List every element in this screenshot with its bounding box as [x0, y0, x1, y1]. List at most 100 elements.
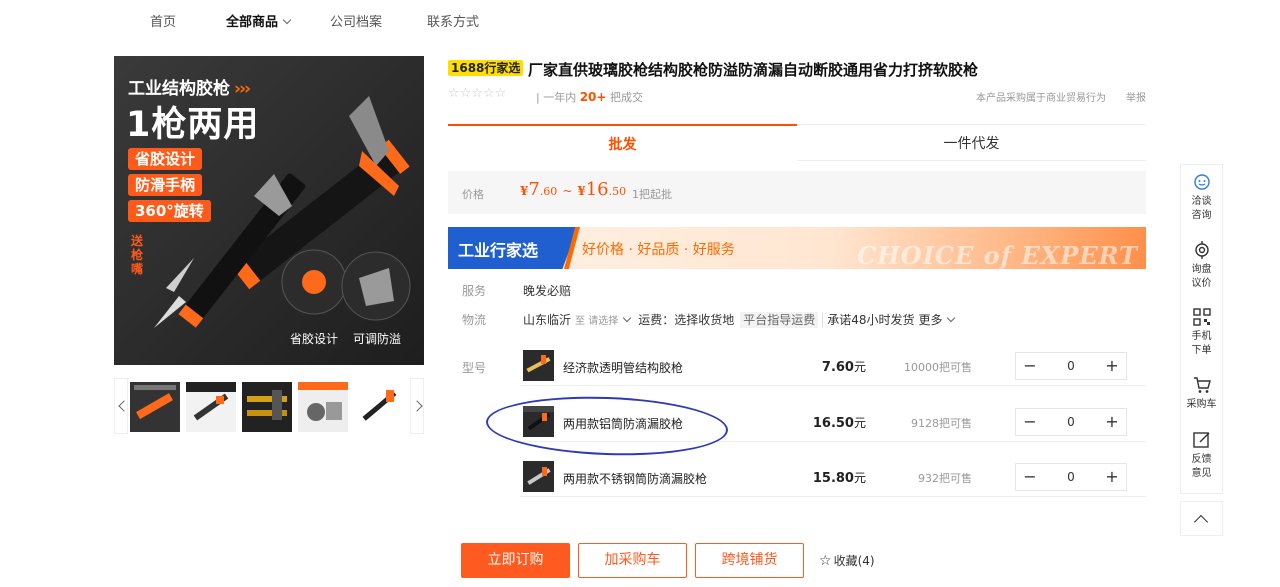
image-caption: 可调防溢: [353, 332, 402, 346]
expert-choice-banner: 工业行家选 好价格 · 好品质 · 好服务 CHOICE of EXPERT: [448, 227, 1146, 269]
shipping-fee: 运费：选择收货地: [638, 313, 735, 327]
sidebar-item-label: 采购车: [1186, 399, 1217, 410]
thumbnail[interactable]: [354, 382, 404, 432]
decrement-button[interactable]: −: [1016, 409, 1044, 435]
sku-row: 经济款透明管结构胶枪 7.60元 10000把可售 − +: [520, 346, 1146, 386]
quantity-input[interactable]: [1044, 353, 1098, 379]
sku-price-value: 15.80: [812, 471, 854, 486]
increment-button[interactable]: +: [1098, 353, 1126, 379]
sku-price-unit: 元: [853, 360, 866, 374]
sidebar-item-label: 反馈意见: [1191, 454, 1212, 479]
back-to-top-button[interactable]: [1180, 501, 1223, 536]
origin-city: 山东临沂: [523, 313, 572, 327]
feature-tag: 省胶设计: [128, 148, 203, 170]
banner-slogan: 好价格 · 好品质 · 好服务: [582, 242, 735, 258]
thumbnail[interactable]: [242, 382, 292, 432]
price-high-dec: .50: [608, 185, 627, 198]
quantity-input[interactable]: [1044, 464, 1098, 490]
thumbnail[interactable]: [298, 382, 348, 432]
sales-count: 20+: [579, 90, 607, 104]
sidebar-item-cart[interactable]: 采购车: [1181, 376, 1222, 412]
order-now-button[interactable]: 立即订购: [461, 543, 570, 578]
star-icon: ☆: [819, 553, 832, 569]
thumbnail[interactable]: [186, 382, 236, 432]
decrement-button[interactable]: −: [1016, 353, 1044, 379]
quantity-stepper: − +: [1015, 352, 1127, 380]
service-label: 服务: [462, 284, 487, 298]
sku-price: 7.60元: [822, 358, 866, 375]
thumbnail-next-button[interactable]: [410, 378, 424, 434]
chevron-down-icon: [282, 15, 292, 25]
target-icon: [1194, 241, 1209, 259]
quantity-input[interactable]: [1044, 409, 1098, 435]
qrcode-icon: [1192, 308, 1211, 326]
destination-select[interactable]: 至 请选择: [575, 316, 618, 327]
sidebar-item-label: 询盘议价: [1191, 264, 1212, 289]
logistics-more[interactable]: 更多: [919, 313, 962, 327]
tab-wholesale[interactable]: 批发: [448, 124, 797, 161]
sku-name: 两用款不锈钢筒防滴漏胶枪: [563, 472, 708, 486]
sku-stock: 9128把可售: [911, 417, 972, 430]
action-bar: 立即订购 加采购车 跨境铺货 ☆ 收藏(4): [461, 543, 1161, 578]
price-low-int: 7: [528, 179, 540, 200]
nav-company-profile[interactable]: 公司档案: [330, 11, 382, 30]
main-product-image[interactable]: 工业结构胶枪 ››› 1枪两用 省胶设计 防滑手柄 360°旋转 送枪嘴 省胶设计…: [114, 56, 424, 365]
price-label: 价格: [462, 188, 484, 201]
sidebar-item-feedback[interactable]: 反馈意见: [1181, 431, 1222, 481]
nav-home[interactable]: 首页: [150, 11, 176, 30]
fee-guide-tag: 平台指导运费: [740, 312, 819, 328]
thumbnail[interactable]: [130, 382, 180, 432]
nav-contact[interactable]: 联系方式: [427, 11, 479, 30]
feature-tag: 360°旋转: [128, 200, 211, 222]
hero-headline: 1枪两用: [126, 105, 260, 145]
add-to-cart-button[interactable]: 加采购车: [578, 543, 687, 578]
feedback-icon: [1192, 432, 1209, 448]
sku-row: 两用款铝筒防滴漏胶枪 16.50元 9128把可售 − +: [520, 402, 1146, 442]
price-range: ¥7.60 ~ ¥16.50: [520, 179, 626, 200]
tab-dropship[interactable]: 一件代发: [797, 124, 1146, 161]
banner-title: 工业行家选: [458, 241, 539, 260]
side-toolbar: 洽谈咨询 询盘议价 手机下单 采购车 反馈意见: [1180, 164, 1223, 494]
sku-price-unit: 元: [853, 416, 866, 430]
nav-all-products-label: 全部商品: [226, 15, 279, 30]
sidebar-item-inquiry[interactable]: 询盘议价: [1181, 241, 1222, 291]
thumbnail-prev-button[interactable]: [114, 378, 128, 434]
cross-border-button[interactable]: 跨境铺货: [695, 543, 804, 578]
sales-prefix: 一年内: [543, 91, 577, 104]
sidebar-item-mobile-order[interactable]: 手机下单: [1181, 308, 1222, 358]
sku-stock: 10000把可售: [904, 361, 972, 374]
chevron-down-icon: [946, 313, 955, 323]
thumbnail-strip: [114, 378, 424, 434]
sku-thumbnail[interactable]: [523, 350, 554, 381]
chat-icon: [1193, 174, 1210, 190]
sales-suffix: 把成交: [609, 91, 643, 104]
sku-thumbnail[interactable]: [523, 461, 554, 492]
cart-icon: [1193, 377, 1211, 393]
price-high-int: 16: [585, 179, 609, 200]
logistics-more-label: 更多: [918, 313, 943, 327]
price-low-dec: .60: [539, 185, 558, 198]
increment-button[interactable]: +: [1098, 409, 1126, 435]
sku-name: 两用款铝筒防滴漏胶枪: [563, 417, 684, 431]
favorite-button[interactable]: ☆ 收藏(4): [819, 552, 875, 569]
report-link[interactable]: 举报: [1126, 89, 1146, 104]
sidebar-item-consult[interactable]: 洽谈咨询: [1181, 173, 1222, 223]
purchase-mode-tabs: 批发 一件代发: [448, 124, 1146, 161]
favorite-label: 收藏(4): [833, 554, 875, 568]
service-value: 晚发必赔: [523, 284, 572, 298]
sidebar-item-label: 手机下单: [1191, 331, 1212, 356]
sku-price-value: 16.50: [812, 416, 854, 431]
sku-thumbnail[interactable]: [523, 406, 554, 437]
currency-symbol: ¥: [577, 184, 586, 198]
chevron-down-icon[interactable]: [622, 313, 632, 323]
product-title: 厂家直供玻璃胶枪结构胶枪防溢防滴漏自动断胶通用省力打挤软胶枪: [528, 61, 979, 79]
rating-stars-icon: ☆☆☆☆☆: [448, 86, 507, 101]
quantity-stepper: − +: [1015, 463, 1127, 491]
sku-stock: 932把可售: [918, 472, 972, 485]
nav-all-products[interactable]: 全部商品: [226, 11, 292, 30]
sku-price-unit: 元: [853, 471, 866, 485]
increment-button[interactable]: +: [1098, 464, 1126, 490]
sku-name: 经济款透明管结构胶枪: [563, 361, 684, 375]
decrement-button[interactable]: −: [1016, 464, 1044, 490]
delivery-promise: 承诺48小时发货: [822, 313, 915, 327]
